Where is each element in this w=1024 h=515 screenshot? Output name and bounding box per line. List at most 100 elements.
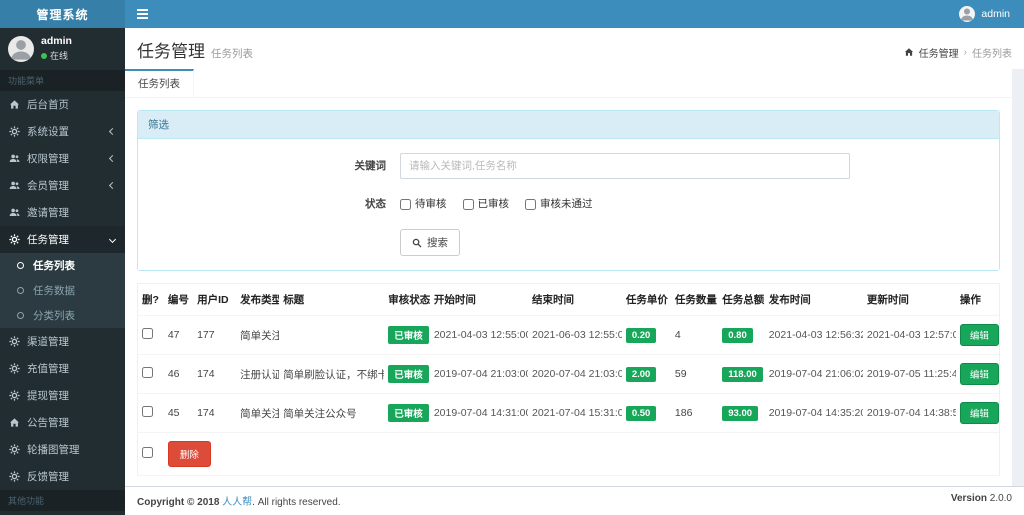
home-icon: [8, 99, 21, 110]
col-title: 标题: [279, 284, 385, 316]
row-checkbox[interactable]: [142, 328, 153, 339]
keyword-input[interactable]: [400, 153, 850, 179]
table-row: 46 174 注册认证 简单刷脸认证，不绑卡 已审核 2019-07-04 21…: [138, 354, 999, 394]
sidebar-item-system-settings[interactable]: 系统设置: [0, 118, 125, 145]
status-option-rejected[interactable]: 审核未通过: [525, 191, 593, 217]
cell-user-id: 174: [193, 393, 237, 433]
chevron-left-icon: [108, 181, 117, 190]
footer-brand-link[interactable]: 人人帮: [222, 497, 252, 508]
table-header-row: 删? 编号 用户ID 发布类型 标题 审核状态 开始时间 结束时间 任务单价 任…: [138, 284, 999, 316]
tasks-submenu: 任务列表 任务数据 分类列表: [0, 253, 125, 328]
row-checkbox[interactable]: [142, 406, 153, 417]
gear-icon: [8, 390, 21, 401]
sidebar-item-channels[interactable]: 渠道管理: [0, 328, 125, 355]
cell-type: 注册认证: [236, 354, 280, 394]
cell-publish: 2019-07-04 14:35:20: [764, 393, 863, 433]
user-menu[interactable]: admin: [945, 0, 1024, 28]
price-badge: 2.00: [625, 366, 657, 382]
circle-icon: [14, 312, 27, 319]
gear-icon: [8, 444, 21, 455]
cell-count: 4: [670, 315, 719, 355]
status-badge: 已审核: [388, 326, 429, 344]
sidebar-item-category-list[interactable]: 分类列表: [0, 303, 125, 328]
chevron-left-icon: [108, 154, 117, 163]
status-checkbox-pending[interactable]: [400, 198, 411, 210]
app-window: 管理系统 admin admin 在线 功能菜单 后台首页 系统设置 权限管理 …: [0, 0, 1024, 515]
col-action: 操作: [955, 284, 999, 316]
tab-task-list[interactable]: 任务列表: [125, 69, 194, 97]
sidebar: admin 在线 功能菜单 后台首页 系统设置 权限管理 会员管理 邀请管理 任…: [0, 28, 125, 515]
cell-update: 2019-07-04 14:38:52: [862, 393, 956, 433]
footer-version: Version 2.0.0: [951, 493, 1012, 508]
gear-icon: [8, 126, 21, 137]
sidebar-item-feedback[interactable]: 反馈管理: [0, 463, 125, 490]
task-table: 删? 编号 用户ID 发布类型 标题 审核状态 开始时间 结束时间 任务单价 任…: [137, 283, 1000, 476]
filter-panel: 筛选 关键词 状态: [137, 110, 1000, 271]
topbar: 管理系统 admin: [0, 0, 1024, 28]
total-badge: 93.00: [722, 405, 759, 421]
cell-end: 2020-07-04 21:03:00: [527, 354, 622, 394]
edit-button[interactable]: 编辑: [959, 363, 999, 385]
sidebar-avatar: [8, 35, 34, 62]
sidebar-item-help-manual[interactable]: 帮助手册: [0, 511, 125, 515]
cell-user-id: 177: [193, 315, 237, 355]
user-avatar-icon: [959, 6, 976, 22]
col-status: 审核状态: [384, 284, 430, 316]
status-option-pending[interactable]: 待审核: [400, 191, 447, 217]
hamburger-icon: [136, 9, 148, 19]
sidebar-item-permissions[interactable]: 权限管理: [0, 145, 125, 172]
page-subtitle: 任务列表: [211, 48, 253, 60]
topbar-username: admin: [981, 8, 1010, 20]
edit-button[interactable]: 编辑: [959, 402, 999, 424]
cell-type: 简单关注: [236, 315, 280, 355]
cell-id: 47: [163, 315, 194, 355]
sidebar-toggle-button[interactable]: [125, 0, 159, 28]
col-end: 结束时间: [527, 284, 622, 316]
total-badge: 118.00: [722, 366, 763, 382]
footer-copyright: Copyright © 2018 人人帮. All rights reserve…: [137, 493, 341, 508]
status-checkbox-group: 待审核 已审核 审核未通过: [400, 191, 593, 217]
footer-version-label: Version: [950, 493, 987, 504]
sidebar-item-announcements[interactable]: 公告管理: [0, 409, 125, 436]
breadcrumb-level1[interactable]: 任务管理: [919, 45, 959, 60]
filter-panel-title: 筛选: [138, 111, 999, 139]
gear-icon: [8, 363, 21, 374]
edit-button[interactable]: 编辑: [959, 324, 999, 346]
breadcrumb-separator: ›: [963, 46, 967, 58]
page-title: 任务管理: [137, 42, 205, 61]
breadcrumb: 任务管理 › 任务列表: [904, 45, 1012, 60]
row-checkbox[interactable]: [142, 367, 153, 378]
sidebar-item-withdrawals[interactable]: 提现管理: [0, 382, 125, 409]
content: 任务列表 筛选 关键词 状态: [125, 69, 1024, 486]
delete-button[interactable]: 删除: [167, 441, 211, 467]
cell-update: 2021-04-03 12:57:06: [862, 315, 956, 355]
price-badge: 0.20: [625, 327, 657, 343]
chevron-down-icon: [108, 235, 117, 244]
users-icon: [8, 153, 21, 164]
select-all-checkbox[interactable]: [142, 447, 153, 458]
sidebar-item-members[interactable]: 会员管理: [0, 172, 125, 199]
sidebar-item-dashboard[interactable]: 后台首页: [0, 91, 125, 118]
status-checkbox-approved[interactable]: [462, 198, 474, 210]
cell-id: 46: [163, 354, 194, 394]
sidebar-item-tasks[interactable]: 任务管理: [0, 226, 125, 253]
sidebar-item-recharge[interactable]: 充值管理: [0, 355, 125, 382]
sidebar-item-invites[interactable]: 邀请管理: [0, 199, 125, 226]
table-row: 47 177 简单关注 已审核 2021-04-03 12:55:00 2021…: [138, 315, 999, 355]
col-count: 任务数量: [670, 284, 719, 316]
sidebar-username: admin: [41, 35, 72, 47]
app-logo[interactable]: 管理系统: [0, 0, 125, 28]
sidebar-item-task-list[interactable]: 任务列表: [0, 253, 125, 278]
search-button[interactable]: 搜索: [400, 229, 460, 256]
sidebar-item-carousel[interactable]: 轮播图管理: [0, 436, 125, 463]
sidebar-item-task-data[interactable]: 任务数据: [0, 278, 125, 303]
gear-icon: [8, 336, 21, 347]
status-option-approved[interactable]: 已审核: [462, 191, 509, 217]
status-checkbox-rejected[interactable]: [525, 198, 536, 210]
users-icon: [8, 180, 21, 191]
online-status-label: 在线: [50, 51, 69, 61]
total-badge: 0.80: [722, 327, 753, 343]
price-badge: 0.50: [625, 405, 657, 421]
sidebar-section-menu: 功能菜单: [0, 70, 125, 91]
